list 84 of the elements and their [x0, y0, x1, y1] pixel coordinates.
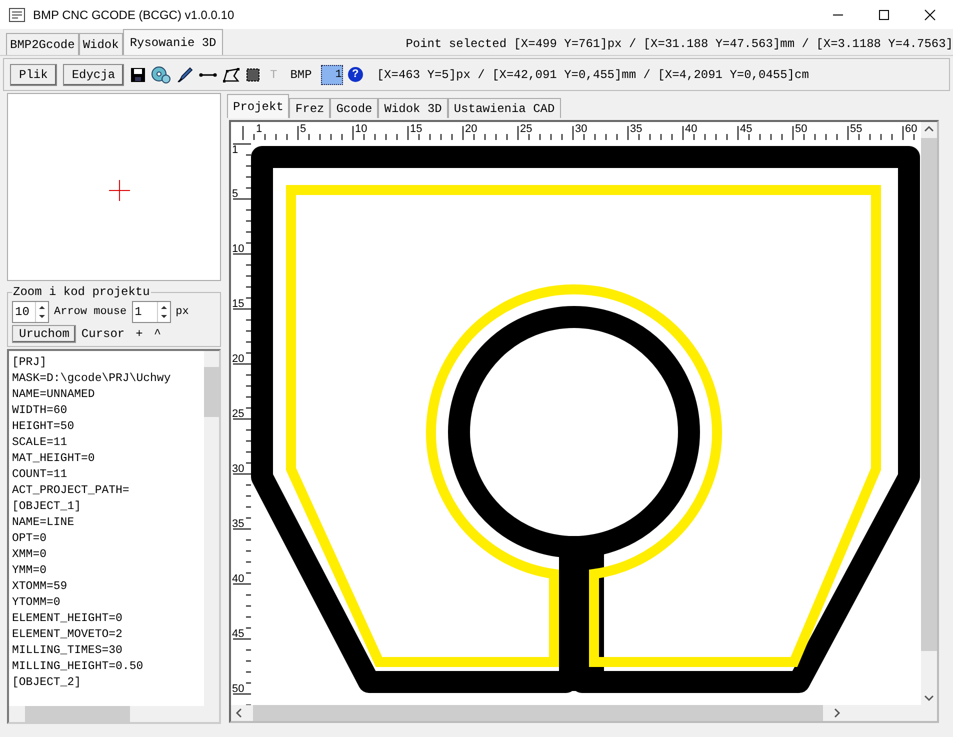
code-line: COUNT=11: [12, 467, 68, 483]
code-line: XMM=0: [12, 547, 48, 563]
tab[interactable]: Gcode: [330, 98, 378, 118]
code-line: WIDTH=60: [12, 403, 68, 419]
code-line: HEIGHT=50: [12, 419, 76, 435]
point-selected-text: Point selected [X=499 Y=761]px / [X=31.188 Y=47.563]mm / [X=3.1188 Y=4.7563]: [406, 37, 953, 54]
ruler-label: 1: [232, 144, 238, 156]
tab[interactable]: Widok 3D: [378, 98, 448, 118]
select-area-icon[interactable]: [245, 66, 262, 83]
menu-button[interactable]: Plik: [10, 64, 57, 86]
ruler-label: 40: [685, 123, 698, 135]
ruler-label: 30: [575, 123, 588, 135]
tab[interactable]: BMP2Gcode: [6, 33, 79, 56]
ruler-label: 20: [465, 123, 478, 135]
code-line: OPT=0: [12, 531, 48, 547]
ruler-label: 30: [232, 463, 244, 475]
code-line: NAME=UNNAMED: [12, 387, 96, 403]
ruler-label: 10: [232, 243, 244, 255]
tab[interactable]: Projekt: [227, 94, 290, 118]
code-line: XTOMM=59: [12, 579, 68, 595]
tab[interactable]: Rysowanie 3D: [122, 29, 224, 56]
zoom-spinner[interactable]: 10: [12, 301, 49, 323]
plus-label: +: [136, 327, 143, 341]
code-line: YMM=0: [12, 563, 48, 579]
ruler-label: 15: [232, 298, 244, 310]
tab[interactable]: Widok: [78, 33, 123, 56]
ruler-label: 20: [232, 353, 244, 365]
ruler-label: 60: [905, 123, 918, 135]
polyline-tool-icon[interactable]: [222, 66, 240, 83]
unit-label: px: [176, 306, 189, 318]
code-line: NAME=LINE: [12, 515, 76, 531]
ruler-label: 45: [232, 628, 244, 640]
code-line: ELEMENT_HEIGHT=0: [12, 611, 124, 627]
vertical-scrollbar[interactable]: [204, 351, 219, 706]
app-icon: [9, 8, 25, 22]
code-line: [OBJECT_2]: [12, 675, 82, 691]
code-line: [PRJ]: [12, 355, 48, 371]
ruler-label: 55: [850, 123, 862, 135]
arrow-mouse-label: Arrow mouse: [54, 306, 127, 318]
ruler-label: 40: [232, 573, 244, 585]
close-icon[interactable]: [924, 8, 936, 21]
ruler-label: 35: [630, 123, 642, 135]
ruler-label: 35: [232, 518, 244, 530]
ruler-tool-button[interactable]: 1: [320, 64, 343, 85]
ruler-label: 50: [795, 123, 808, 135]
code-line: ACT_PROJECT_PATH=: [12, 483, 130, 499]
ruler-label: 5: [300, 123, 306, 135]
vertical-scrollbar[interactable]: [921, 122, 937, 705]
run-button[interactable]: Uruchom: [12, 325, 76, 343]
code-line: MAT_HEIGHT=0: [12, 451, 96, 467]
code-line: YTOMM=0: [12, 595, 62, 611]
window-title: BMP CNC GCODE (BCGC) v1.0.0.10: [33, 8, 234, 22]
horizontal-scrollbar[interactable]: [231, 705, 937, 721]
tab[interactable]: Ustawienia CAD: [448, 98, 561, 118]
code-line: MILLING_HEIGHT=0.50: [12, 659, 144, 675]
crosshair-icon: [109, 180, 130, 201]
menu-button[interactable]: Edycja: [62, 64, 124, 86]
cursor-coordinates: [X=463 Y=5]px / [X=42,091 Y=0,455]mm / [X=4,2091 Y=0,0455]cm: [376, 68, 809, 82]
ruler-label: 45: [740, 123, 752, 135]
arrow-step-spinner[interactable]: 1: [132, 301, 171, 323]
ruler-label: 10: [355, 123, 368, 135]
code-line: ELEMENT_MOVETO=2: [12, 627, 124, 643]
project-code-textarea[interactable]: [7, 349, 221, 724]
brush-icon[interactable]: [176, 66, 194, 84]
ruler-label: 25: [232, 408, 244, 420]
ruler-label: 1: [256, 123, 262, 135]
ruler-label: 25: [520, 123, 532, 135]
ruler-label: 5: [232, 188, 238, 200]
cursor-label: Cursor: [81, 327, 125, 341]
code-line: MASK=D:\gcode\PRJ\Uchwy: [12, 371, 172, 387]
caret-label: ^: [154, 327, 162, 341]
help-button[interactable]: ?: [348, 67, 363, 82]
disc-icon[interactable]: [151, 66, 172, 84]
horizontal-scrollbar[interactable]: [9, 706, 219, 722]
code-line: SCALE=11: [12, 435, 68, 451]
save-icon[interactable]: [130, 66, 146, 83]
maximize-icon[interactable]: [878, 8, 890, 21]
code-line: MILLING_TIMES=30: [12, 643, 124, 659]
group-title: Zoom i kod projektu: [12, 285, 151, 299]
ruler-label: 50: [232, 683, 244, 695]
code-line: [OBJECT_1]: [12, 499, 82, 515]
tab[interactable]: Frez: [289, 98, 330, 118]
bmp-tool-button[interactable]: BMP: [286, 68, 316, 82]
ruler-label: 15: [410, 123, 422, 135]
